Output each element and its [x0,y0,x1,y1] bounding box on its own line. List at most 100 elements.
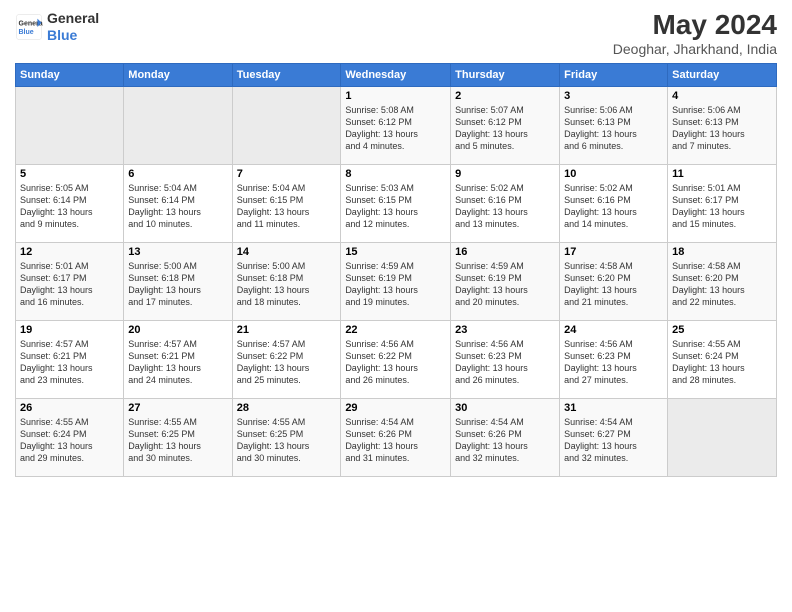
day-info: Sunrise: 5:02 AM Sunset: 6:16 PM Dayligh… [455,182,555,231]
day-info: Sunrise: 5:02 AM Sunset: 6:16 PM Dayligh… [564,182,663,231]
week-row-1: 1 Sunrise: 5:08 AM Sunset: 6:12 PM Daylig… [16,86,777,164]
day-number: 2 [455,90,555,102]
day-info: Sunrise: 5:06 AM Sunset: 6:13 PM Dayligh… [672,104,772,153]
day-number: 20 [128,324,227,336]
week-row-4: 19 Sunrise: 4:57 AM Sunset: 6:21 PM Dayli… [16,320,777,398]
week-row-2: 5 Sunrise: 5:05 AM Sunset: 6:14 PM Daylig… [16,164,777,242]
day-number: 28 [237,402,337,414]
title-block: May 2024 Deoghar, Jharkhand, India [613,10,777,57]
day-info: Sunrise: 4:54 AM Sunset: 6:26 PM Dayligh… [455,416,555,465]
day-info: Sunrise: 5:06 AM Sunset: 6:13 PM Dayligh… [564,104,663,153]
day-number: 16 [455,246,555,258]
day-cell: 9 Sunrise: 5:02 AM Sunset: 6:16 PM Daylig… [451,164,560,242]
day-info: Sunrise: 4:54 AM Sunset: 6:26 PM Dayligh… [345,416,446,465]
day-cell: 24Sunrise: 4:56 AM Sunset: 6:23 PM Dayli… [560,320,668,398]
day-info: Sunrise: 4:58 AM Sunset: 6:20 PM Dayligh… [672,260,772,309]
day-info: Sunrise: 4:57 AM Sunset: 6:21 PM Dayligh… [20,338,119,387]
day-cell: 19 Sunrise: 4:57 AM Sunset: 6:21 PM Dayli… [16,320,124,398]
day-number: 6 [128,168,227,180]
day-info: Sunrise: 4:55 AM Sunset: 6:24 PM Dayligh… [20,416,119,465]
svg-text:Blue: Blue [19,29,34,36]
day-info: Sunrise: 5:07 AM Sunset: 6:12 PM Dayligh… [455,104,555,153]
day-number: 23 [455,324,555,336]
day-number: 4 [672,90,772,102]
day-cell: 2 Sunrise: 5:07 AM Sunset: 6:12 PM Daylig… [451,86,560,164]
day-number: 24 [564,324,663,336]
day-cell: 13Sunrise: 5:00 AM Sunset: 6:18 PM Dayli… [124,242,232,320]
header: General Blue General Blue May 2024 Deogh… [15,10,777,57]
day-cell: 17 Sunrise: 4:58 AM Sunset: 6:20 PM Dayli… [560,242,668,320]
day-cell [16,86,124,164]
day-info: Sunrise: 4:59 AM Sunset: 6:19 PM Dayligh… [345,260,446,309]
day-cell: 29 Sunrise: 4:54 AM Sunset: 6:26 PM Dayli… [341,398,451,476]
day-cell [124,86,232,164]
day-info: Sunrise: 5:04 AM Sunset: 6:15 PM Dayligh… [237,182,337,231]
week-row-3: 12 Sunrise: 5:01 AM Sunset: 6:17 PM Dayli… [16,242,777,320]
day-cell: 16 Sunrise: 4:59 AM Sunset: 6:19 PM Dayli… [451,242,560,320]
day-info: Sunrise: 4:55 AM Sunset: 6:25 PM Dayligh… [237,416,337,465]
day-number: 1 [345,90,446,102]
day-cell: 1 Sunrise: 5:08 AM Sunset: 6:12 PM Daylig… [341,86,451,164]
day-cell: 20 Sunrise: 4:57 AM Sunset: 6:21 PM Dayli… [124,320,232,398]
day-info: Sunrise: 4:55 AM Sunset: 6:24 PM Dayligh… [672,338,772,387]
col-header-wednesday: Wednesday [341,63,451,86]
day-number: 8 [345,168,446,180]
page-container: General Blue General Blue May 2024 Deogh… [0,0,792,487]
day-cell: 14Sunrise: 5:00 AM Sunset: 6:18 PM Dayli… [232,242,341,320]
header-row: SundayMondayTuesdayWednesdayThursdayFrid… [16,63,777,86]
col-header-tuesday: Tuesday [232,63,341,86]
day-number: 9 [455,168,555,180]
day-cell: 6 Sunrise: 5:04 AM Sunset: 6:14 PM Daylig… [124,164,232,242]
week-row-5: 26Sunrise: 4:55 AM Sunset: 6:24 PM Dayli… [16,398,777,476]
day-cell: 4 Sunrise: 5:06 AM Sunset: 6:13 PM Daylig… [668,86,777,164]
day-cell: 30 Sunrise: 4:54 AM Sunset: 6:26 PM Dayli… [451,398,560,476]
day-info: Sunrise: 5:03 AM Sunset: 6:15 PM Dayligh… [345,182,446,231]
day-cell: 27Sunrise: 4:55 AM Sunset: 6:25 PM Dayli… [124,398,232,476]
day-info: Sunrise: 4:59 AM Sunset: 6:19 PM Dayligh… [455,260,555,309]
day-cell: 18 Sunrise: 4:58 AM Sunset: 6:20 PM Dayli… [668,242,777,320]
day-number: 12 [20,246,119,258]
day-number: 25 [672,324,772,336]
day-number: 5 [20,168,119,180]
day-number: 22 [345,324,446,336]
day-info: Sunrise: 4:57 AM Sunset: 6:21 PM Dayligh… [128,338,227,387]
day-cell: 3 Sunrise: 5:06 AM Sunset: 6:13 PM Daylig… [560,86,668,164]
day-number: 3 [564,90,663,102]
day-info: Sunrise: 5:08 AM Sunset: 6:12 PM Dayligh… [345,104,446,153]
day-cell: 31Sunrise: 4:54 AM Sunset: 6:27 PM Dayli… [560,398,668,476]
col-header-thursday: Thursday [451,63,560,86]
day-info: Sunrise: 5:01 AM Sunset: 6:17 PM Dayligh… [20,260,119,309]
day-cell: 23 Sunrise: 4:56 AM Sunset: 6:23 PM Dayli… [451,320,560,398]
day-number: 7 [237,168,337,180]
day-number: 14 [237,246,337,258]
logo-text: General Blue [47,10,99,44]
day-info: Sunrise: 4:55 AM Sunset: 6:25 PM Dayligh… [128,416,227,465]
day-info: Sunrise: 5:05 AM Sunset: 6:14 PM Dayligh… [20,182,119,231]
day-cell: 10Sunrise: 5:02 AM Sunset: 6:16 PM Dayli… [560,164,668,242]
day-info: Sunrise: 4:56 AM Sunset: 6:22 PM Dayligh… [345,338,446,387]
day-info: Sunrise: 4:58 AM Sunset: 6:20 PM Dayligh… [564,260,663,309]
day-number: 15 [345,246,446,258]
day-info: Sunrise: 5:01 AM Sunset: 6:17 PM Dayligh… [672,182,772,231]
col-header-saturday: Saturday [668,63,777,86]
logo-icon: General Blue [15,13,43,41]
day-cell: 21Sunrise: 4:57 AM Sunset: 6:22 PM Dayli… [232,320,341,398]
day-cell [668,398,777,476]
day-cell: 26Sunrise: 4:55 AM Sunset: 6:24 PM Dayli… [16,398,124,476]
day-info: Sunrise: 4:56 AM Sunset: 6:23 PM Dayligh… [455,338,555,387]
day-number: 19 [20,324,119,336]
day-cell: 12 Sunrise: 5:01 AM Sunset: 6:17 PM Dayli… [16,242,124,320]
day-info: Sunrise: 5:04 AM Sunset: 6:14 PM Dayligh… [128,182,227,231]
col-header-friday: Friday [560,63,668,86]
day-number: 13 [128,246,227,258]
day-number: 30 [455,402,555,414]
day-number: 18 [672,246,772,258]
logo: General Blue General Blue [15,10,99,44]
col-header-sunday: Sunday [16,63,124,86]
day-number: 17 [564,246,663,258]
day-number: 29 [345,402,446,414]
subtitle: Deoghar, Jharkhand, India [613,41,777,57]
day-cell [232,86,341,164]
day-cell: 15 Sunrise: 4:59 AM Sunset: 6:19 PM Dayli… [341,242,451,320]
col-header-monday: Monday [124,63,232,86]
